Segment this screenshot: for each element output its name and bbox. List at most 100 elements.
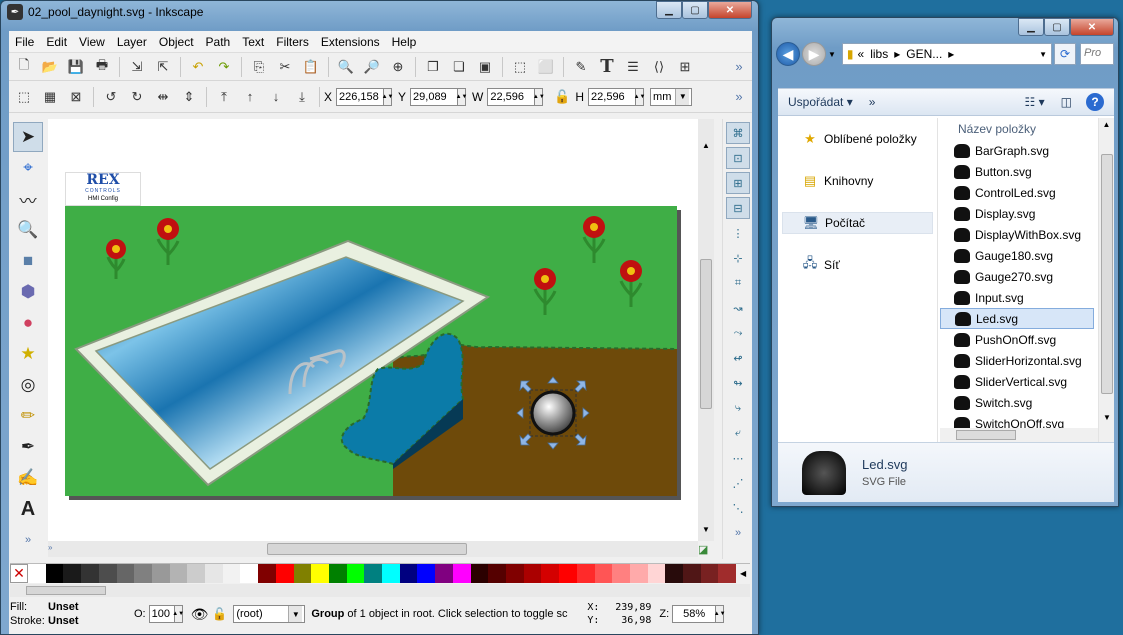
opacity-spinner[interactable]: ▲▼ <box>172 605 184 623</box>
color-swatch[interactable] <box>435 564 453 583</box>
inkscape-titlebar[interactable]: ✒ 02_pool_daynight.svg - Inkscape <box>1 1 758 23</box>
color-swatch[interactable] <box>470 564 489 583</box>
zoom-input[interactable] <box>672 605 717 623</box>
file-list-hscrollbar[interactable] <box>940 428 1098 442</box>
color-swatch[interactable] <box>205 564 223 583</box>
export-icon[interactable]: ⇱ <box>152 56 174 78</box>
color-swatch[interactable] <box>45 564 64 583</box>
star-tool-icon[interactable]: ★ <box>13 339 43 369</box>
forward-button[interactable]: ▶ <box>802 42 826 66</box>
text-tool-icon[interactable]: A <box>13 494 43 524</box>
scroll-up-icon[interactable]: ▲ <box>698 141 714 150</box>
snap-guide-icon[interactable]: ⋱ <box>726 497 750 519</box>
color-swatch[interactable] <box>311 564 329 583</box>
rectangle-tool-icon[interactable]: ■ <box>13 246 43 276</box>
color-swatch[interactable] <box>328 564 347 583</box>
toolbar-overflow-icon[interactable]: » <box>728 86 750 108</box>
search-input[interactable]: Pro <box>1080 43 1114 65</box>
vertical-scrollbar[interactable]: ▲ ▼ <box>698 119 714 541</box>
file-item[interactable]: SliderHorizontal.svg <box>940 350 1094 371</box>
snap-rotation-center-icon[interactable]: ⤶ <box>726 422 750 444</box>
select-all-layers-icon[interactable]: ▦ <box>39 86 61 108</box>
pen-tool-icon[interactable]: ✒ <box>13 432 43 462</box>
color-swatch[interactable] <box>718 564 737 583</box>
color-swatch[interactable] <box>612 564 630 583</box>
select-all-icon[interactable]: ⬚ <box>13 86 35 108</box>
spiral-tool-icon[interactable]: ◎ <box>13 370 43 400</box>
maximize-button[interactable]: ▢ <box>1044 18 1070 36</box>
x-input[interactable] <box>336 87 385 106</box>
close-button[interactable]: ✕ <box>708 1 752 19</box>
snap-center-icon[interactable]: ⊹ <box>726 247 750 269</box>
undo-icon[interactable]: ↶ <box>187 56 209 78</box>
path-part[interactable]: GEN... <box>906 47 942 61</box>
flip-vertical-icon[interactable]: ⇕ <box>178 86 200 108</box>
file-item[interactable]: Switch.svg <box>940 392 1094 413</box>
color-swatch[interactable] <box>187 564 206 583</box>
file-item[interactable]: PushOnOff.svg <box>940 329 1094 350</box>
paste-icon[interactable]: 📋 <box>300 56 322 78</box>
palette-scroll-thumb[interactable] <box>26 586 106 595</box>
zoom-selection-icon[interactable]: 🔍 <box>335 56 357 78</box>
zoom-tool-icon[interactable]: 🔍 <box>13 215 43 245</box>
color-swatch[interactable] <box>382 564 400 583</box>
color-swatch[interactable] <box>98 564 117 583</box>
snap-bbox-edge-icon[interactable]: ⊞ <box>726 172 750 194</box>
rotate-cw-icon[interactable]: ↻ <box>126 86 148 108</box>
color-swatch[interactable] <box>594 564 613 583</box>
color-swatch[interactable] <box>116 564 135 583</box>
menu-path[interactable]: Path <box>200 35 237 49</box>
lock-ratio-icon[interactable]: 🔓 <box>551 86 573 108</box>
color-swatch[interactable] <box>81 564 99 583</box>
nav-favorites[interactable]: ★ Oblíbené položky <box>782 128 933 150</box>
visibility-icon[interactable]: 👁 <box>191 606 209 623</box>
node-tool-icon[interactable]: ⌖ <box>13 153 43 183</box>
back-button[interactable]: ◀ <box>776 42 800 66</box>
file-item[interactable]: BarGraph.svg <box>940 140 1094 161</box>
zoom-page-icon[interactable]: ⊕ <box>387 56 409 78</box>
refresh-icon[interactable]: ⟳ <box>1054 43 1076 65</box>
tweak-tool-icon[interactable]: 〰 <box>13 184 43 214</box>
nav-computer[interactable]: 🖥 Počítač <box>782 212 933 234</box>
color-swatch[interactable] <box>629 564 648 583</box>
rotate-ccw-icon[interactable]: ↺ <box>100 86 122 108</box>
y-input[interactable] <box>410 87 459 106</box>
color-swatch[interactable] <box>258 564 276 583</box>
fill-stroke-icon[interactable]: ✎ <box>570 56 592 78</box>
maximize-button[interactable]: ▢ <box>682 1 708 19</box>
view-options-icon[interactable]: ☷ ▾ <box>1025 95 1045 109</box>
opacity-input[interactable] <box>148 605 175 623</box>
menu-layer[interactable]: Layer <box>111 35 153 49</box>
import-icon[interactable]: ⇲ <box>126 56 148 78</box>
lock-icon[interactable]: 🔓 <box>212 607 227 621</box>
color-swatch[interactable] <box>28 564 46 583</box>
snap-path-icon[interactable]: ↝ <box>726 297 750 319</box>
layer-select[interactable]: (root) ▼ <box>233 605 306 623</box>
color-swatch[interactable] <box>399 564 418 583</box>
scroll-down-icon[interactable]: ▼ <box>1099 413 1115 422</box>
color-swatch[interactable] <box>488 564 506 583</box>
x-spinner[interactable]: ▲▼ <box>382 87 393 106</box>
chevron-down-icon[interactable]: ▼ <box>1039 50 1047 59</box>
address-bar[interactable]: ▮ « libs ▸ GEN... ▸ ▼ <box>841 43 1052 65</box>
calligraphy-tool-icon[interactable]: ✍ <box>13 463 43 493</box>
color-swatch[interactable] <box>576 564 595 583</box>
snap-intersection-icon[interactable]: ⤳ <box>726 322 750 344</box>
snap-object-center-icon[interactable]: ⤷ <box>726 397 750 419</box>
snap-smooth-icon[interactable]: ↫ <box>726 347 750 369</box>
close-button[interactable]: ✕ <box>1070 18 1114 36</box>
color-swatch[interactable] <box>523 564 542 583</box>
snap-overflow-icon[interactable]: » <box>726 522 750 544</box>
file-item[interactable]: Gauge180.svg <box>940 245 1094 266</box>
color-swatch[interactable] <box>700 564 719 583</box>
color-swatch[interactable] <box>364 564 383 583</box>
snap-page-icon[interactable]: ⋯ <box>726 447 750 469</box>
selector-tool-icon[interactable]: ➤ <box>13 122 43 152</box>
color-swatch[interactable] <box>346 564 365 583</box>
scroll-left-icon[interactable]: » <box>48 543 52 552</box>
nav-network[interactable]: 🖧 Síť <box>782 254 933 276</box>
scroll-up-icon[interactable]: ▲ <box>1099 120 1114 129</box>
menu-filters[interactable]: Filters <box>270 35 315 49</box>
organize-button[interactable]: Uspořádat ▾ <box>788 95 853 109</box>
new-document-icon[interactable]: 🗋 <box>13 56 35 78</box>
